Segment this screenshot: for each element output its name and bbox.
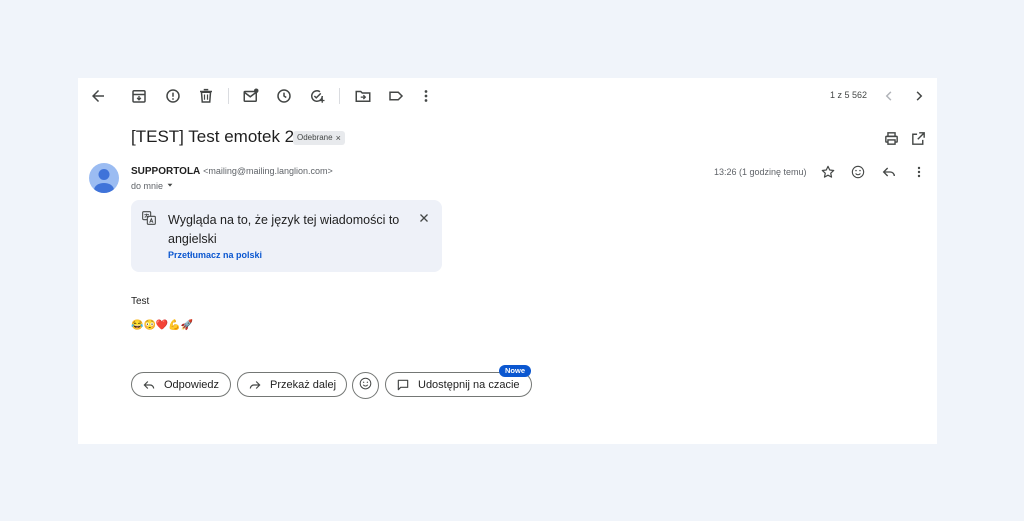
smiley-icon	[358, 376, 373, 396]
forward-button[interactable]: Przekaż dalej	[237, 372, 347, 397]
email-body: Test	[131, 296, 150, 307]
more-options-icon[interactable]	[911, 164, 927, 180]
clock-icon[interactable]	[275, 87, 293, 105]
star-icon[interactable]	[820, 164, 836, 180]
pager-count: 1 z 5 562	[830, 90, 868, 100]
reply-button-label: Odpowiedz	[164, 378, 220, 391]
more-vertical-icon[interactable]	[417, 87, 435, 105]
label-icon[interactable]	[387, 87, 405, 105]
new-badge: Nowe	[499, 365, 532, 377]
chevron-right-icon[interactable]	[910, 87, 928, 105]
share-button-label: Udostępnij na czacie	[418, 378, 520, 391]
caret-down-icon	[166, 181, 174, 191]
forward-icon	[248, 378, 262, 392]
email-view: 1 z 5 562 [TEST] Test emotek 2 Odebrane …	[78, 78, 937, 444]
close-icon[interactable]	[417, 211, 431, 225]
emoji-react-icon[interactable]	[850, 164, 866, 180]
label-chip[interactable]: Odebrane ×	[293, 131, 345, 145]
recipient-dropdown[interactable]: do mnie	[131, 181, 174, 191]
email-emojis: 😂😳❤️💪🚀	[131, 320, 194, 331]
open-new-window-icon[interactable]	[910, 130, 927, 147]
translate-message: Wygląda na to, że język tej wiadomości t…	[168, 213, 400, 246]
trash-icon[interactable]	[197, 87, 215, 105]
reply-icon	[142, 378, 156, 392]
toolbar-divider	[339, 88, 340, 104]
print-icon[interactable]	[883, 130, 900, 147]
reply-icon[interactable]	[881, 164, 897, 180]
forward-button-label: Przekaż dalej	[270, 378, 337, 391]
email-time: 13:26 (1 godzinę temu)	[714, 167, 807, 177]
report-spam-icon[interactable]	[164, 87, 182, 105]
sender-name[interactable]: SUPPORTOLA	[131, 166, 200, 177]
reply-button[interactable]: Odpowiedz	[131, 372, 231, 397]
label-chip-text: Odebrane	[297, 133, 333, 142]
sender-info: SUPPORTOLA <mailing@mailing.langlion.com…	[131, 166, 333, 177]
translate-icon	[141, 210, 157, 226]
email-subject: [TEST] Test emotek 2	[131, 127, 295, 146]
archive-icon[interactable]	[130, 87, 148, 105]
recipient-label: do mnie	[131, 181, 164, 191]
mark-unread-icon[interactable]	[242, 87, 260, 105]
label-remove-icon[interactable]: ×	[336, 131, 341, 145]
move-to-folder-icon[interactable]	[354, 87, 372, 105]
translate-link[interactable]: Przetłumacz na polski	[168, 250, 262, 260]
sender-email: <mailing@mailing.langlion.com>	[203, 166, 333, 176]
chat-icon	[396, 378, 410, 392]
arrow-left-icon[interactable]	[89, 87, 107, 105]
add-task-icon[interactable]	[308, 87, 326, 105]
avatar[interactable]	[89, 163, 119, 193]
toolbar-divider	[228, 88, 229, 104]
chevron-left-icon[interactable]	[880, 87, 898, 105]
emoji-button[interactable]	[352, 372, 379, 399]
translate-banner: Wygląda na to, że język tej wiadomości t…	[131, 200, 442, 272]
